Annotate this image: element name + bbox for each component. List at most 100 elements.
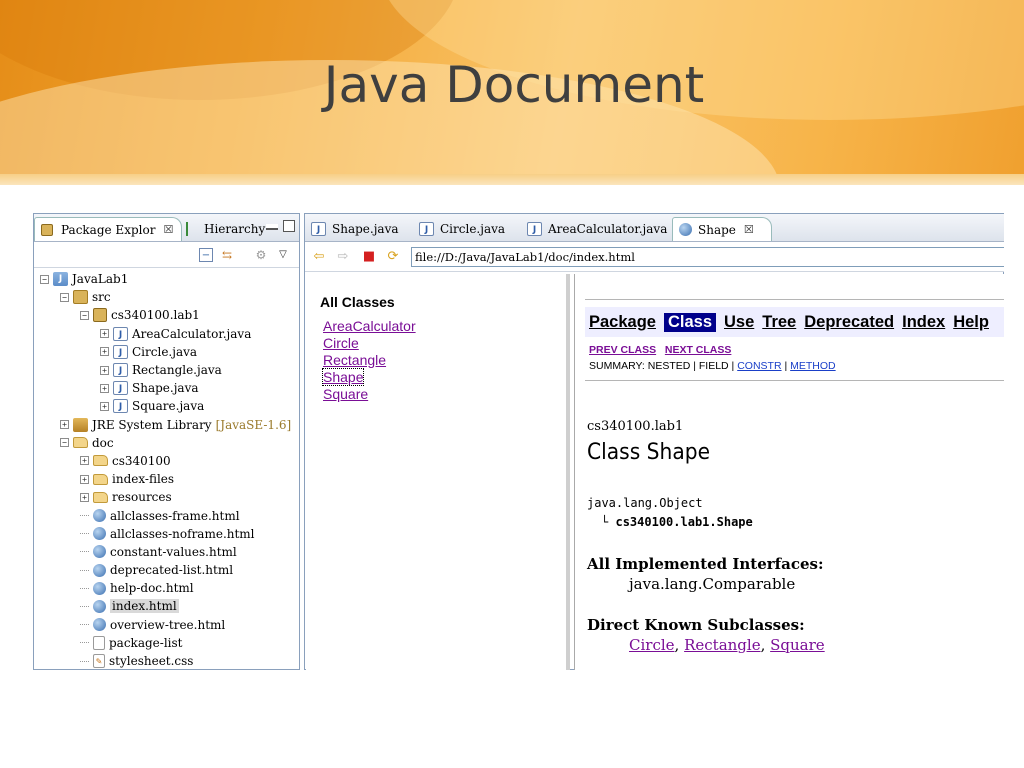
class-link-rectangle[interactable]: Rectangle: [323, 352, 386, 368]
constr-link[interactable]: CONSTR: [737, 360, 781, 372]
tree-item-label: index-files: [112, 472, 175, 487]
maximize-icon[interactable]: [283, 220, 295, 232]
url-input[interactable]: file://D:/Java/JavaLab1/doc/index.html: [411, 247, 1004, 267]
tree-item-cs340100[interactable]: + cs340100: [34, 452, 299, 470]
nav-index-link[interactable]: Index: [902, 313, 945, 332]
tree-item-stylesheet[interactable]: ✎ stylesheet.css: [34, 652, 299, 670]
tree-item-square-java[interactable]: + J Square.java: [34, 397, 299, 415]
java-file-icon: J: [419, 222, 434, 236]
tab-circle-java[interactable]: J Circle.java: [413, 217, 518, 241]
class-link-square[interactable]: Square: [323, 386, 368, 402]
tree-item-jre-library[interactable]: + JRE System Library [JavaSE-1.6]: [34, 416, 299, 434]
tree-item-rectangle-java[interactable]: + J Rectangle.java: [34, 361, 299, 379]
method-link[interactable]: METHOD: [790, 360, 836, 372]
eclipse-screenshot: Package Explor ☒ Hierarchy − ⇆ ⚙ ▽ − J J…: [33, 213, 1004, 670]
subclass-link-square[interactable]: Square: [770, 636, 825, 654]
tree-item-label: resources: [112, 490, 172, 505]
tree-item-label: deprecated-list.html: [110, 563, 234, 578]
package-explorer-toolbar: − ⇆ ⚙ ▽: [34, 242, 299, 268]
nav-tree-link[interactable]: Tree: [762, 313, 796, 332]
tree-item-label: Circle.java: [132, 344, 198, 359]
css-file-icon: ✎: [93, 654, 105, 669]
tree-item-label: JavaLab1: [72, 272, 129, 287]
close-icon[interactable]: ☒: [744, 223, 754, 236]
folder-icon: [93, 491, 108, 503]
tree-item-resources[interactable]: + resources: [34, 488, 299, 506]
summary-links: SUMMARY: NESTED | FIELD | CONSTR | METHO…: [589, 360, 836, 372]
expand-icon[interactable]: +: [80, 474, 89, 484]
tree-item-areacalculator-java[interactable]: + J AreaCalculator.java: [34, 325, 299, 343]
tab-shape-browser[interactable]: Shape ☒: [672, 217, 772, 241]
nav-package-link[interactable]: Package: [589, 313, 656, 332]
web-page-icon: [93, 563, 106, 577]
tab-hierarchy[interactable]: Hierarchy: [180, 217, 265, 241]
chevron-down-icon[interactable]: ▽: [276, 248, 290, 262]
tree-item-doc[interactable]: − doc: [34, 434, 299, 452]
tree-item-package-list[interactable]: package-list: [34, 634, 299, 652]
collapse-icon[interactable]: −: [40, 274, 49, 284]
tree-item-label: allclasses-frame.html: [110, 508, 240, 523]
tree-item-javalab1[interactable]: − J JavaLab1: [34, 270, 299, 288]
tree-item-label: Square.java: [132, 399, 205, 414]
expand-icon[interactable]: +: [80, 456, 89, 466]
tree-item-help-doc[interactable]: help-doc.html: [34, 579, 299, 597]
expand-icon[interactable]: +: [100, 347, 109, 357]
tree-item-circle-java[interactable]: + J Circle.java: [34, 343, 299, 361]
java-file-icon: J: [113, 326, 128, 341]
tree-item-label: allclasses-noframe.html: [110, 526, 255, 541]
subclasses-list: Circle, Rectangle, Square: [629, 636, 825, 654]
tree-item-allclasses-frame[interactable]: allclasses-frame.html: [34, 506, 299, 524]
subclass-link-circle[interactable]: Circle: [629, 636, 675, 654]
nav-use-link[interactable]: Use: [724, 313, 754, 332]
expand-icon[interactable]: +: [100, 401, 109, 411]
class-link-circle[interactable]: Circle: [323, 335, 359, 351]
expand-icon[interactable]: +: [100, 383, 109, 393]
tree-item-shape-java[interactable]: + J Shape.java: [34, 379, 299, 397]
hierarchy-icon: [186, 222, 196, 236]
hierarchy-child: cs340100.lab1.Shape: [615, 515, 753, 529]
web-page-icon: [93, 581, 106, 595]
web-page-icon: [93, 527, 106, 541]
tree-item-index-files[interactable]: + index-files: [34, 470, 299, 488]
expand-icon[interactable]: +: [100, 365, 109, 375]
nav-deprecated-link[interactable]: Deprecated: [804, 313, 894, 332]
view-menu-filter-icon[interactable]: ⚙: [254, 248, 268, 262]
close-icon[interactable]: ☒: [163, 223, 173, 236]
tree-item-constant-values[interactable]: constant-values.html: [34, 543, 299, 561]
next-class-link[interactable]: NEXT CLASS: [665, 344, 732, 356]
link-with-editor-icon[interactable]: ⇆: [220, 248, 234, 262]
subclass-link-rectangle[interactable]: Rectangle: [684, 636, 760, 654]
class-link-shape[interactable]: Shape: [321, 368, 365, 386]
tree-item-deprecated-list[interactable]: deprecated-list.html: [34, 561, 299, 579]
class-link-areacalculator[interactable]: AreaCalculator: [323, 318, 416, 334]
refresh-icon[interactable]: ⟳: [385, 250, 401, 264]
collapse-icon[interactable]: −: [80, 310, 89, 320]
tab-areacalculator-java[interactable]: J AreaCalculator.java: [521, 217, 671, 241]
tree-item-index-html[interactable]: index.html: [34, 597, 299, 615]
tree-item-overview-tree[interactable]: overview-tree.html: [34, 616, 299, 634]
tree-item-label: help-doc.html: [110, 581, 194, 596]
web-page-icon: [93, 618, 106, 632]
prev-class-link[interactable]: PREV CLASS: [589, 344, 656, 356]
forward-icon[interactable]: ⇨: [335, 250, 351, 264]
collapse-all-icon[interactable]: −: [199, 248, 213, 262]
tree-item-allclasses-noframe[interactable]: allclasses-noframe.html: [34, 525, 299, 543]
tab-package-explorer[interactable]: Package Explor ☒: [34, 217, 182, 241]
tree-item-src[interactable]: − src: [34, 288, 299, 306]
tab-shape-java[interactable]: J Shape.java: [305, 217, 410, 241]
tree-item-package[interactable]: − cs340100.lab1: [34, 306, 299, 324]
expand-icon[interactable]: +: [60, 420, 69, 430]
expand-icon[interactable]: +: [80, 492, 89, 502]
collapse-icon[interactable]: −: [60, 438, 69, 448]
minimize-icon[interactable]: [266, 224, 278, 230]
expand-icon[interactable]: +: [100, 329, 109, 339]
back-icon[interactable]: ⇦: [311, 250, 327, 264]
web-page-icon: [93, 545, 106, 559]
nav-help-link[interactable]: Help: [953, 313, 989, 332]
tree-item-label: doc: [92, 435, 114, 450]
divider: [585, 380, 1004, 381]
tab-hierarchy-label: Hierarchy: [204, 222, 266, 236]
stop-icon[interactable]: ■: [361, 250, 377, 264]
tree-item-label: overview-tree.html: [110, 617, 226, 632]
collapse-icon[interactable]: −: [60, 292, 69, 302]
